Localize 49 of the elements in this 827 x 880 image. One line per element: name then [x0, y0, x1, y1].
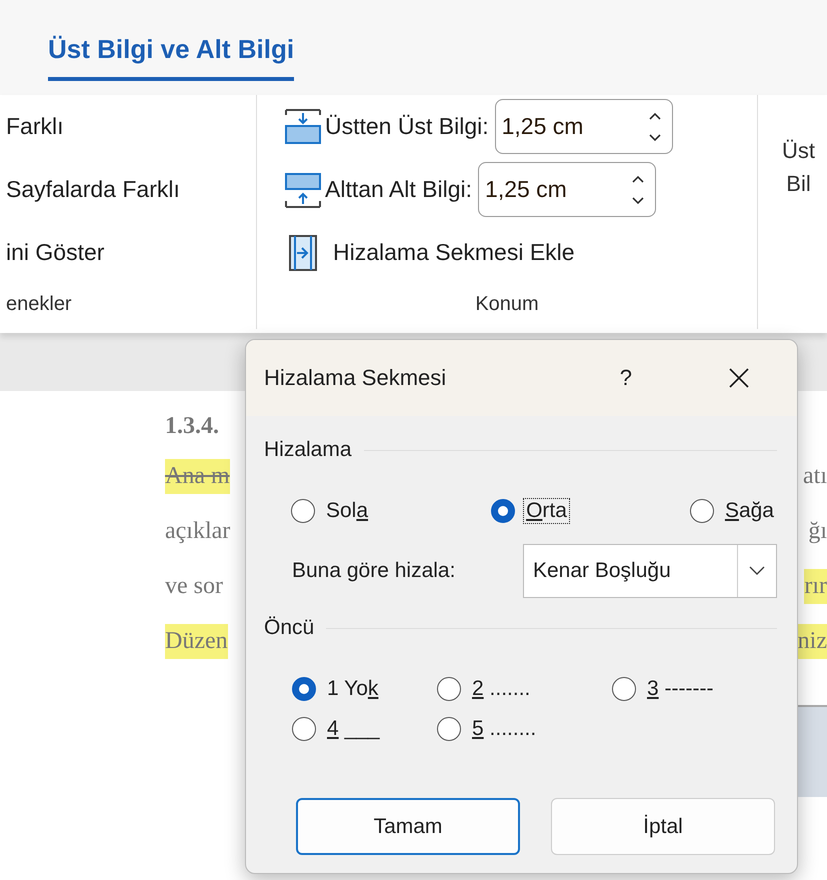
header-margin-icon: [285, 108, 321, 144]
radio-label[interactable]: 5 ........: [469, 716, 540, 742]
ribbon-button[interactable]: Üst Bil: [782, 134, 815, 200]
body-text: Düzen: [165, 624, 228, 659]
radio-label[interactable]: 3 -------: [644, 676, 716, 702]
body-text: ve sor: [165, 572, 223, 601]
body-text: açıklar: [165, 517, 230, 546]
body-text: rır: [804, 569, 827, 604]
radio-label[interactable]: 4 ___: [324, 716, 383, 742]
dialog-button[interactable]: Tamam: [296, 798, 520, 855]
radio-label[interactable]: Sola: [323, 498, 372, 524]
body-text: ğı: [808, 517, 827, 546]
ribbon-option[interactable]: Sayfalarda Farklı: [6, 176, 180, 203]
radio-button[interactable]: [690, 499, 714, 523]
radio-label[interactable]: 1 Yok: [324, 676, 382, 702]
footer-margin-icon: [285, 172, 321, 208]
body-text: niz: [798, 624, 827, 659]
group-label: Konum: [474, 292, 540, 317]
section-heading: 1.3.4.: [165, 412, 220, 441]
field-label: Buna göre hizala:: [292, 559, 456, 583]
radio-button[interactable]: [292, 677, 316, 701]
radio-button[interactable]: [612, 677, 636, 701]
radio-button[interactable]: [437, 677, 461, 701]
ribbon-tab[interactable]: Üst Bilgi ve Alt Bilgi: [48, 34, 294, 81]
dialog-title: Hizalama Sekmesi: [264, 365, 448, 391]
help-button[interactable]: ?: [620, 365, 632, 391]
group-legend: Öncü: [264, 616, 314, 640]
group-legend: Hizalama: [264, 438, 352, 462]
tab-stop-icon: [289, 234, 317, 270]
dialog-button[interactable]: İptal: [551, 798, 775, 855]
radio-button[interactable]: [491, 499, 516, 523]
radio-label[interactable]: 2 .......: [469, 676, 534, 702]
spin-field[interactable]: 1,25 cm: [494, 99, 673, 154]
close-icon[interactable]: [728, 367, 750, 389]
body-text: Ana m: [165, 459, 230, 494]
ribbon-option[interactable]: ini Göster: [6, 239, 104, 266]
dropdown[interactable]: Kenar Boşluğu: [523, 544, 777, 598]
radio-button[interactable]: [291, 499, 315, 523]
field-label: Alttan Alt Bilgi:: [325, 176, 472, 203]
ribbon-option[interactable]: Farklı: [6, 113, 64, 140]
radio-button[interactable]: [292, 717, 316, 741]
radio-label[interactable]: Orta: [523, 498, 570, 524]
group-label: enekler: [6, 292, 73, 317]
field-label: Üstten Üst Bilgi:: [325, 113, 489, 140]
radio-button[interactable]: [437, 717, 461, 741]
radio-label[interactable]: Sağa: [722, 498, 777, 524]
spin-field[interactable]: 1,25 cm: [478, 162, 656, 217]
ribbon-button[interactable]: Hizalama Sekmesi Ekle: [285, 234, 575, 270]
body-text: atı: [803, 462, 827, 491]
